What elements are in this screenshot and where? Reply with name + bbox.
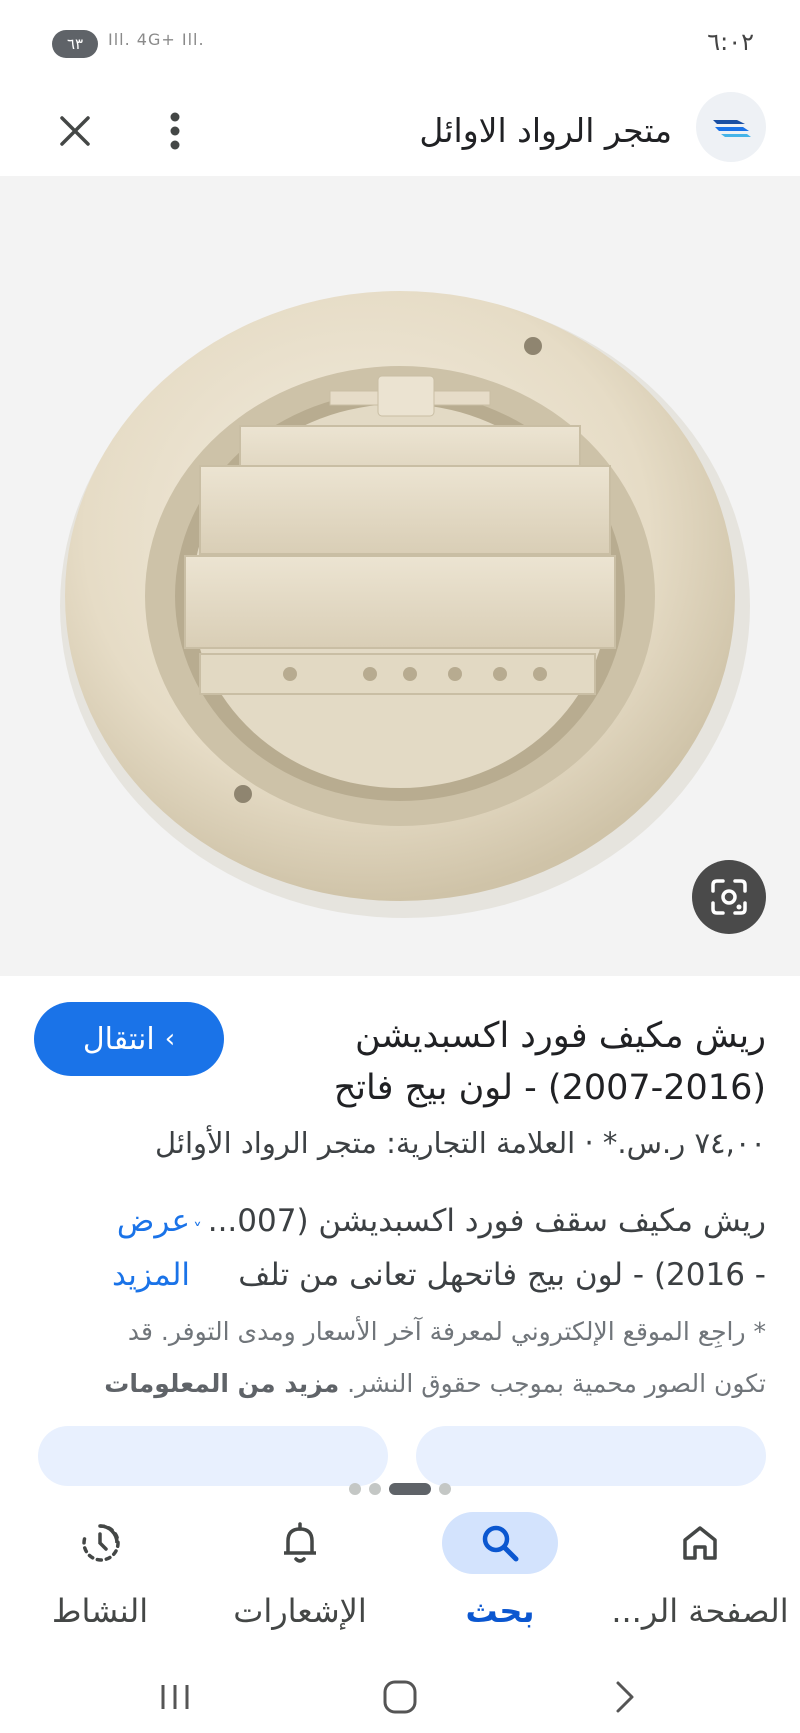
disclaimer-text: تكون الصور محمية بموجب حقوق النشر. (347, 1369, 766, 1398)
chevron-left-icon: ‹ (164, 1024, 176, 1054)
system-navigation-bar (0, 1662, 800, 1733)
nav-icon-container (642, 1512, 758, 1574)
bottom-navigation: النشاط الإشعارات بحث الصفحة الر... (0, 1512, 800, 1662)
description-line-1: ريش مكيف سقف فورد اكسبديشن (007... (207, 1203, 766, 1239)
pager-dot-active (389, 1483, 431, 1495)
product-title-line-2: (2007-2016) - لون بيج فاتح (333, 1068, 766, 1108)
nav-icon-container (442, 1512, 558, 1574)
air-vent-image (60, 291, 750, 918)
disclaimer-line-1: * راجِع الموقع الإلكتروني لمعرفة آخر الأ… (127, 1317, 766, 1346)
visual-search-button[interactable] (692, 860, 766, 934)
search-icon (482, 1525, 519, 1562)
nav-label-search: بحث (465, 1592, 535, 1630)
more-info-link[interactable]: مزيد من المعلومات (104, 1369, 339, 1398)
activity-icon (82, 1524, 120, 1562)
recent-apps-icon (161, 1685, 189, 1709)
nav-home[interactable]: الصفحة الر... (600, 1512, 800, 1662)
description-line-2: - 2016) - لون بيج فاتحهل تعانى من تلف (238, 1257, 766, 1293)
close-button[interactable] (50, 106, 100, 156)
show-more-link[interactable]: عرض المزيد ˅ (70, 1194, 202, 1302)
price-brand-line: ٧٤,٠٠ ر.س.* · العلامة التجارية: متجر الر… (154, 1126, 766, 1160)
visit-button[interactable]: انتقال ‹ (34, 1002, 224, 1076)
chevron-right-icon (616, 1681, 634, 1713)
disclaimer-line-2: تكون الصور محمية بموجب حقوق النشر. مزيد … (26, 1358, 766, 1410)
nav-label-activity: النشاط (51, 1592, 149, 1630)
status-bar: ٦٣ Ill. 4G+ Ill. ٦:٠٢ (0, 0, 800, 86)
show-more-line-2: المزيد (112, 1257, 190, 1293)
bell-icon (284, 1522, 316, 1563)
product-title-line-1: ريش مكيف فورد اكسبديشن (355, 1016, 766, 1056)
nav-activity[interactable]: النشاط (0, 1512, 200, 1662)
signal-indicator: Ill. 4G+ Ill. (108, 30, 205, 49)
nav-icon-container (242, 1512, 358, 1574)
disclaimer: * راجِع الموقع الإلكتروني لمعرفة آخر الأ… (26, 1306, 766, 1410)
pager-dots (0, 1476, 800, 1502)
battery-level: ٦٣ (66, 35, 84, 53)
product-description: ريش مكيف سقف فورد اكسبديشن (007... - 201… (196, 1194, 766, 1302)
nav-notifications[interactable]: الإشعارات (200, 1512, 400, 1662)
pager-dot (439, 1483, 451, 1495)
pager-dot (369, 1483, 381, 1495)
show-more-line-1: عرض (116, 1203, 190, 1239)
app-bar: متجر الرواد الاوائل (0, 86, 800, 176)
pager-dot (349, 1483, 361, 1495)
nav-search[interactable]: بحث (400, 1512, 600, 1662)
product-title[interactable]: ريش مكيف فورد اكسبديشن (2007-2016) - لون… (246, 1010, 766, 1114)
close-icon (60, 116, 90, 146)
nav-label-notifications: الإشعارات (233, 1592, 367, 1630)
more-options-button[interactable] (150, 106, 200, 156)
back-button[interactable] (595, 1672, 655, 1722)
nav-label-home: الصفحة الر... (611, 1592, 789, 1630)
home-icon (683, 1526, 717, 1560)
product-image[interactable] (0, 176, 800, 976)
recent-apps-button[interactable] (145, 1672, 205, 1722)
nav-icon-container (42, 1512, 158, 1574)
visit-label: انتقال (82, 1021, 155, 1057)
home-square-icon (383, 1680, 417, 1714)
clock: ٦:٠٢ (707, 28, 754, 56)
result-info-panel: انتقال ‹ ريش مكيف فورد اكسبديشن (2007-20… (0, 976, 800, 1486)
home-system-button[interactable] (370, 1672, 430, 1722)
battery-indicator: ٦٣ (52, 30, 98, 58)
more-vert-icon (170, 112, 180, 150)
lens-icon (711, 879, 747, 915)
site-logo (696, 92, 766, 162)
store-logo-icon (713, 120, 751, 137)
chevron-down-icon: ˅ (193, 1220, 202, 1241)
site-name: متجر الرواد الاوائل (419, 111, 672, 150)
